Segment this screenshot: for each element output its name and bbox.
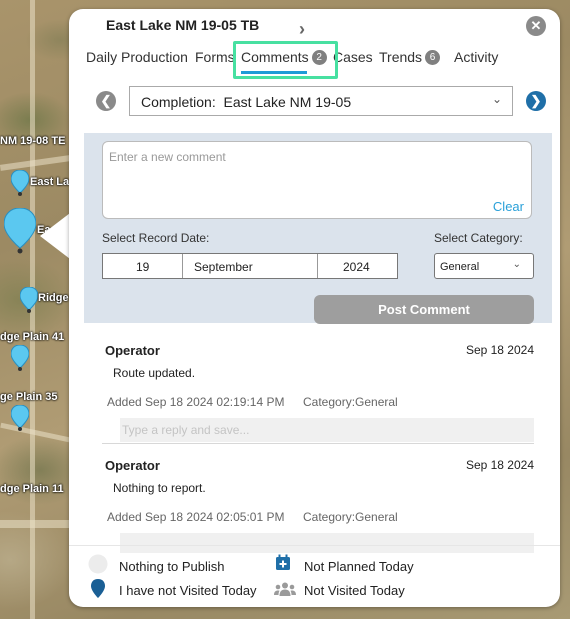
- reply-input[interactable]: [120, 533, 534, 553]
- tab-label: Trends: [379, 49, 423, 65]
- map-label: dge Plain 11: [0, 483, 64, 495]
- record-date-picker[interactable]: 19 September 2024: [102, 253, 398, 279]
- map-label: ge Plain 35: [0, 391, 58, 403]
- comment-meta: Added Sep 18 2024 02:19:14 PM Category:G…: [107, 395, 398, 409]
- comment-text: Nothing to report.: [113, 481, 206, 495]
- comment-author: Operator: [105, 343, 160, 358]
- completion-select[interactable]: Completion: East Lake NM 19-05 ⌄: [129, 86, 513, 116]
- chevron-down-icon: ⌄: [491, 92, 502, 106]
- category-value: General: [440, 261, 480, 273]
- close-button[interactable]: ✕: [526, 16, 546, 36]
- date-month[interactable]: September: [194, 260, 253, 274]
- tab-label: Daily Production: [86, 49, 188, 65]
- well-popup: East Lake NM 19-05 TB › ✕ Daily Producti…: [69, 9, 560, 607]
- record-date-label: Select Record Date:: [102, 231, 210, 245]
- tab-label: Cases: [333, 49, 373, 65]
- comment-input[interactable]: Enter a new comment Clear: [102, 141, 532, 219]
- date-year[interactable]: 2024: [343, 260, 370, 274]
- legend-label: Nothing to Publish: [119, 559, 225, 574]
- comment-author: Operator: [105, 458, 160, 473]
- map-pin-marker[interactable]: [11, 170, 29, 196]
- map-pin-marker[interactable]: [20, 287, 38, 313]
- chevron-down-icon: ⌄: [512, 259, 521, 270]
- map-pin-marker-selected[interactable]: [4, 208, 36, 254]
- previous-completion-button[interactable]: ❮: [96, 91, 116, 111]
- legend-label: I have not Visited Today: [119, 583, 257, 598]
- comment-divider: [102, 443, 534, 444]
- map-pin-icon: [91, 579, 105, 598]
- map-label: East La: [30, 176, 70, 188]
- reply-placeholder: Type a reply and save...: [122, 423, 250, 437]
- chevron-right-icon[interactable]: ›: [299, 19, 305, 40]
- circle-icon: [88, 554, 108, 574]
- tab-daily-production[interactable]: Daily Production: [86, 49, 188, 65]
- close-icon: ✕: [530, 18, 542, 33]
- map-label: Ridge: [38, 292, 69, 304]
- date-separator: [182, 254, 183, 278]
- date-separator: [317, 254, 318, 278]
- category-label: Select Category:: [434, 231, 523, 245]
- tab-focus-highlight: [233, 41, 338, 79]
- map-pin-marker[interactable]: [11, 345, 29, 371]
- completion-select-label: Completion:: [141, 94, 216, 110]
- chevron-left-icon: ❮: [100, 93, 112, 108]
- category-select[interactable]: General ⌄: [434, 253, 534, 279]
- map-pin-marker[interactable]: [11, 405, 29, 431]
- comment-added: Added Sep 18 2024 02:05:01 PM: [107, 510, 285, 524]
- users-icon: [274, 582, 296, 596]
- chevron-right-icon: ❯: [530, 93, 542, 108]
- popup-title: East Lake NM 19-05 TB: [106, 17, 260, 33]
- comment-added: Added Sep 18 2024 02:19:14 PM: [107, 395, 285, 409]
- map-label: NM 19-08 TE: [0, 135, 66, 147]
- map-road: [0, 520, 70, 528]
- comment-text: Route updated.: [113, 366, 196, 380]
- legend-label: Not Planned Today: [304, 559, 414, 574]
- comment-date: Sep 18 2024: [465, 343, 534, 357]
- calendar-plus-icon: [276, 554, 290, 570]
- comment-category: Category:General: [303, 510, 398, 524]
- completion-select-value: East Lake NM 19-05: [223, 94, 352, 110]
- tab-trends[interactable]: Trends 6: [379, 49, 441, 65]
- tab-activity[interactable]: Activity: [454, 49, 498, 65]
- trends-count-badge: 6: [425, 50, 441, 65]
- legend-label: Not Visited Today: [304, 583, 405, 598]
- map-road: [0, 155, 71, 171]
- comment-date: Sep 18 2024: [465, 458, 534, 472]
- clear-link[interactable]: Clear: [493, 199, 524, 214]
- legend-divider: [69, 545, 560, 546]
- tab-cases[interactable]: Cases: [333, 49, 373, 65]
- date-day[interactable]: 19: [136, 260, 149, 274]
- next-completion-button[interactable]: ❯: [526, 91, 546, 111]
- map-label: dge Plain 41: [0, 331, 65, 343]
- completion-select-text: Completion: East Lake NM 19-05: [141, 94, 351, 110]
- reply-input[interactable]: Type a reply and save...: [120, 418, 534, 442]
- new-comment-form: Enter a new comment Clear Select Record …: [84, 133, 552, 324]
- comment-input-placeholder: Enter a new comment: [109, 150, 226, 164]
- tab-forms[interactable]: Forms: [195, 49, 235, 65]
- comment-meta: Added Sep 18 2024 02:05:01 PM Category:G…: [107, 510, 398, 524]
- tab-label: Activity: [454, 49, 499, 65]
- tab-label: Forms: [195, 49, 235, 65]
- comment-category: Category:General: [303, 395, 398, 409]
- post-comment-button[interactable]: Post Comment: [314, 295, 534, 324]
